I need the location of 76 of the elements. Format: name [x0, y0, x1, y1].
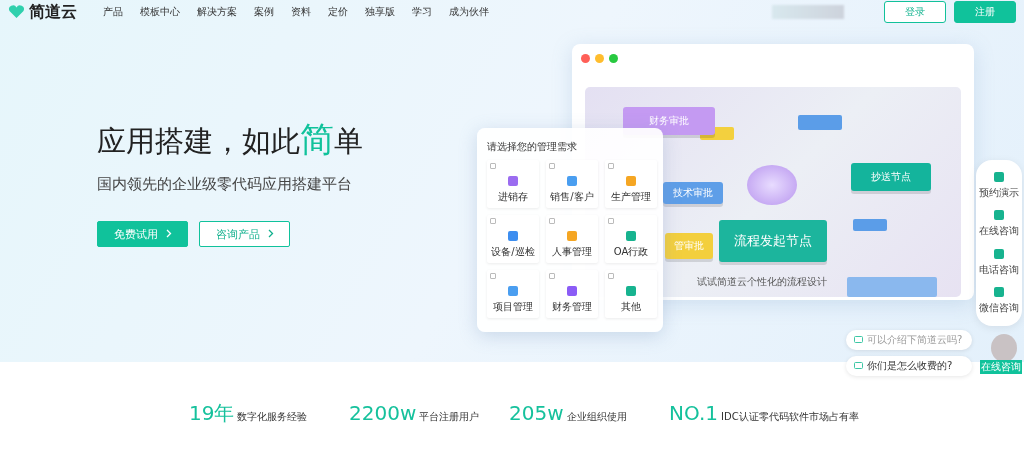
panel-title: 请选择您的管理需求: [487, 141, 578, 154]
flow-chip: [853, 219, 887, 231]
contact-icon: [993, 170, 1005, 183]
flow-node: 管审批: [665, 233, 713, 259]
flow-caption: 试试简道云个性化的流程设计: [697, 275, 827, 289]
checkbox[interactable]: [490, 273, 496, 279]
category-icon: [566, 175, 578, 187]
sidebar-item[interactable]: 在线咨询: [979, 209, 1019, 239]
blurred-account: [772, 5, 844, 19]
category-icon: [625, 230, 637, 242]
checkbox[interactable]: [608, 163, 614, 169]
window-dot: [595, 54, 604, 63]
need-option[interactable]: 设备/巡检: [487, 215, 539, 263]
need-option[interactable]: OA行政: [605, 215, 657, 263]
nav-link[interactable]: 成为伙伴: [449, 5, 489, 19]
contact-icon: [993, 247, 1005, 260]
nav-link[interactable]: 产品: [103, 5, 123, 19]
stat-value: 2200w: [349, 401, 417, 425]
category-icon: [625, 285, 637, 297]
need-option[interactable]: 其他: [605, 270, 657, 318]
category-icon: [507, 230, 519, 242]
category-icon: [507, 285, 519, 297]
flow-node: 流程发起节点: [719, 220, 827, 262]
contact-icon: [993, 286, 1005, 299]
stat-label: 平台注册用户: [419, 410, 480, 424]
checkbox[interactable]: [549, 163, 555, 169]
flow-chip: [798, 115, 842, 130]
hero-subtitle: 国内领先的企业级零代码应用搭建平台: [97, 175, 353, 194]
checkbox[interactable]: [549, 218, 555, 224]
checkbox[interactable]: [490, 218, 496, 224]
chevron-icon: [267, 228, 274, 238]
stat-value: 19年: [189, 399, 235, 427]
nav-link[interactable]: 案例: [254, 5, 274, 19]
checkbox[interactable]: [549, 273, 555, 279]
sidebar-item[interactable]: 电话咨询: [979, 247, 1019, 277]
stat-label: IDC认证零代码软件市场占有率: [721, 410, 859, 424]
checkbox[interactable]: [608, 218, 614, 224]
chat-suggestion[interactable]: 你们是怎么收费的?: [846, 356, 973, 376]
logo-icon: [8, 5, 25, 19]
window-dot: [609, 54, 618, 63]
logo-text: 简道云: [29, 1, 77, 23]
need-option[interactable]: 财务管理: [546, 270, 598, 318]
need-option[interactable]: 生产管理: [605, 160, 657, 208]
stat-label: 企业组织使用: [566, 410, 627, 424]
avatar: [991, 334, 1017, 362]
nav-link[interactable]: 学习: [412, 5, 432, 19]
need-option[interactable]: 进销存: [487, 160, 539, 208]
nav-link[interactable]: 独享版: [365, 5, 395, 19]
contact-icon: [993, 209, 1005, 222]
window-dot: [581, 54, 590, 63]
stat-value: 205w: [509, 401, 564, 425]
nav-link[interactable]: 资料: [291, 5, 311, 19]
chevron-icon: [165, 228, 172, 238]
flow-node: 抄送节点: [851, 163, 931, 191]
stat-label: 数字化服务经验: [237, 409, 308, 424]
checkbox[interactable]: [490, 163, 496, 169]
nav-link[interactable]: 定价: [328, 5, 348, 19]
nav-link[interactable]: 模板中心: [140, 5, 180, 19]
cloud-disc: [747, 165, 797, 205]
need-option[interactable]: 人事管理: [546, 215, 598, 263]
category-icon: [566, 230, 578, 242]
flow-node: 技术审批: [663, 182, 723, 204]
chat-icon: [854, 362, 863, 370]
category-icon: [566, 285, 578, 297]
stat-value: NO.1: [669, 401, 718, 425]
nav-link[interactable]: 解决方案: [197, 5, 237, 19]
hero-title: 应用搭建，如此简单: [97, 118, 364, 161]
need-option[interactable]: 项目管理: [487, 270, 539, 318]
sidebar-item[interactable]: 微信咨询: [979, 286, 1019, 316]
category-icon: [625, 175, 637, 187]
need-option[interactable]: 销售/客户: [546, 160, 598, 208]
checkbox[interactable]: [608, 273, 614, 279]
chat-icon: [854, 336, 863, 344]
flow-node: 财务审批: [623, 107, 715, 135]
category-icon: [507, 175, 519, 187]
sidebar-item[interactable]: 预约演示: [979, 170, 1019, 200]
